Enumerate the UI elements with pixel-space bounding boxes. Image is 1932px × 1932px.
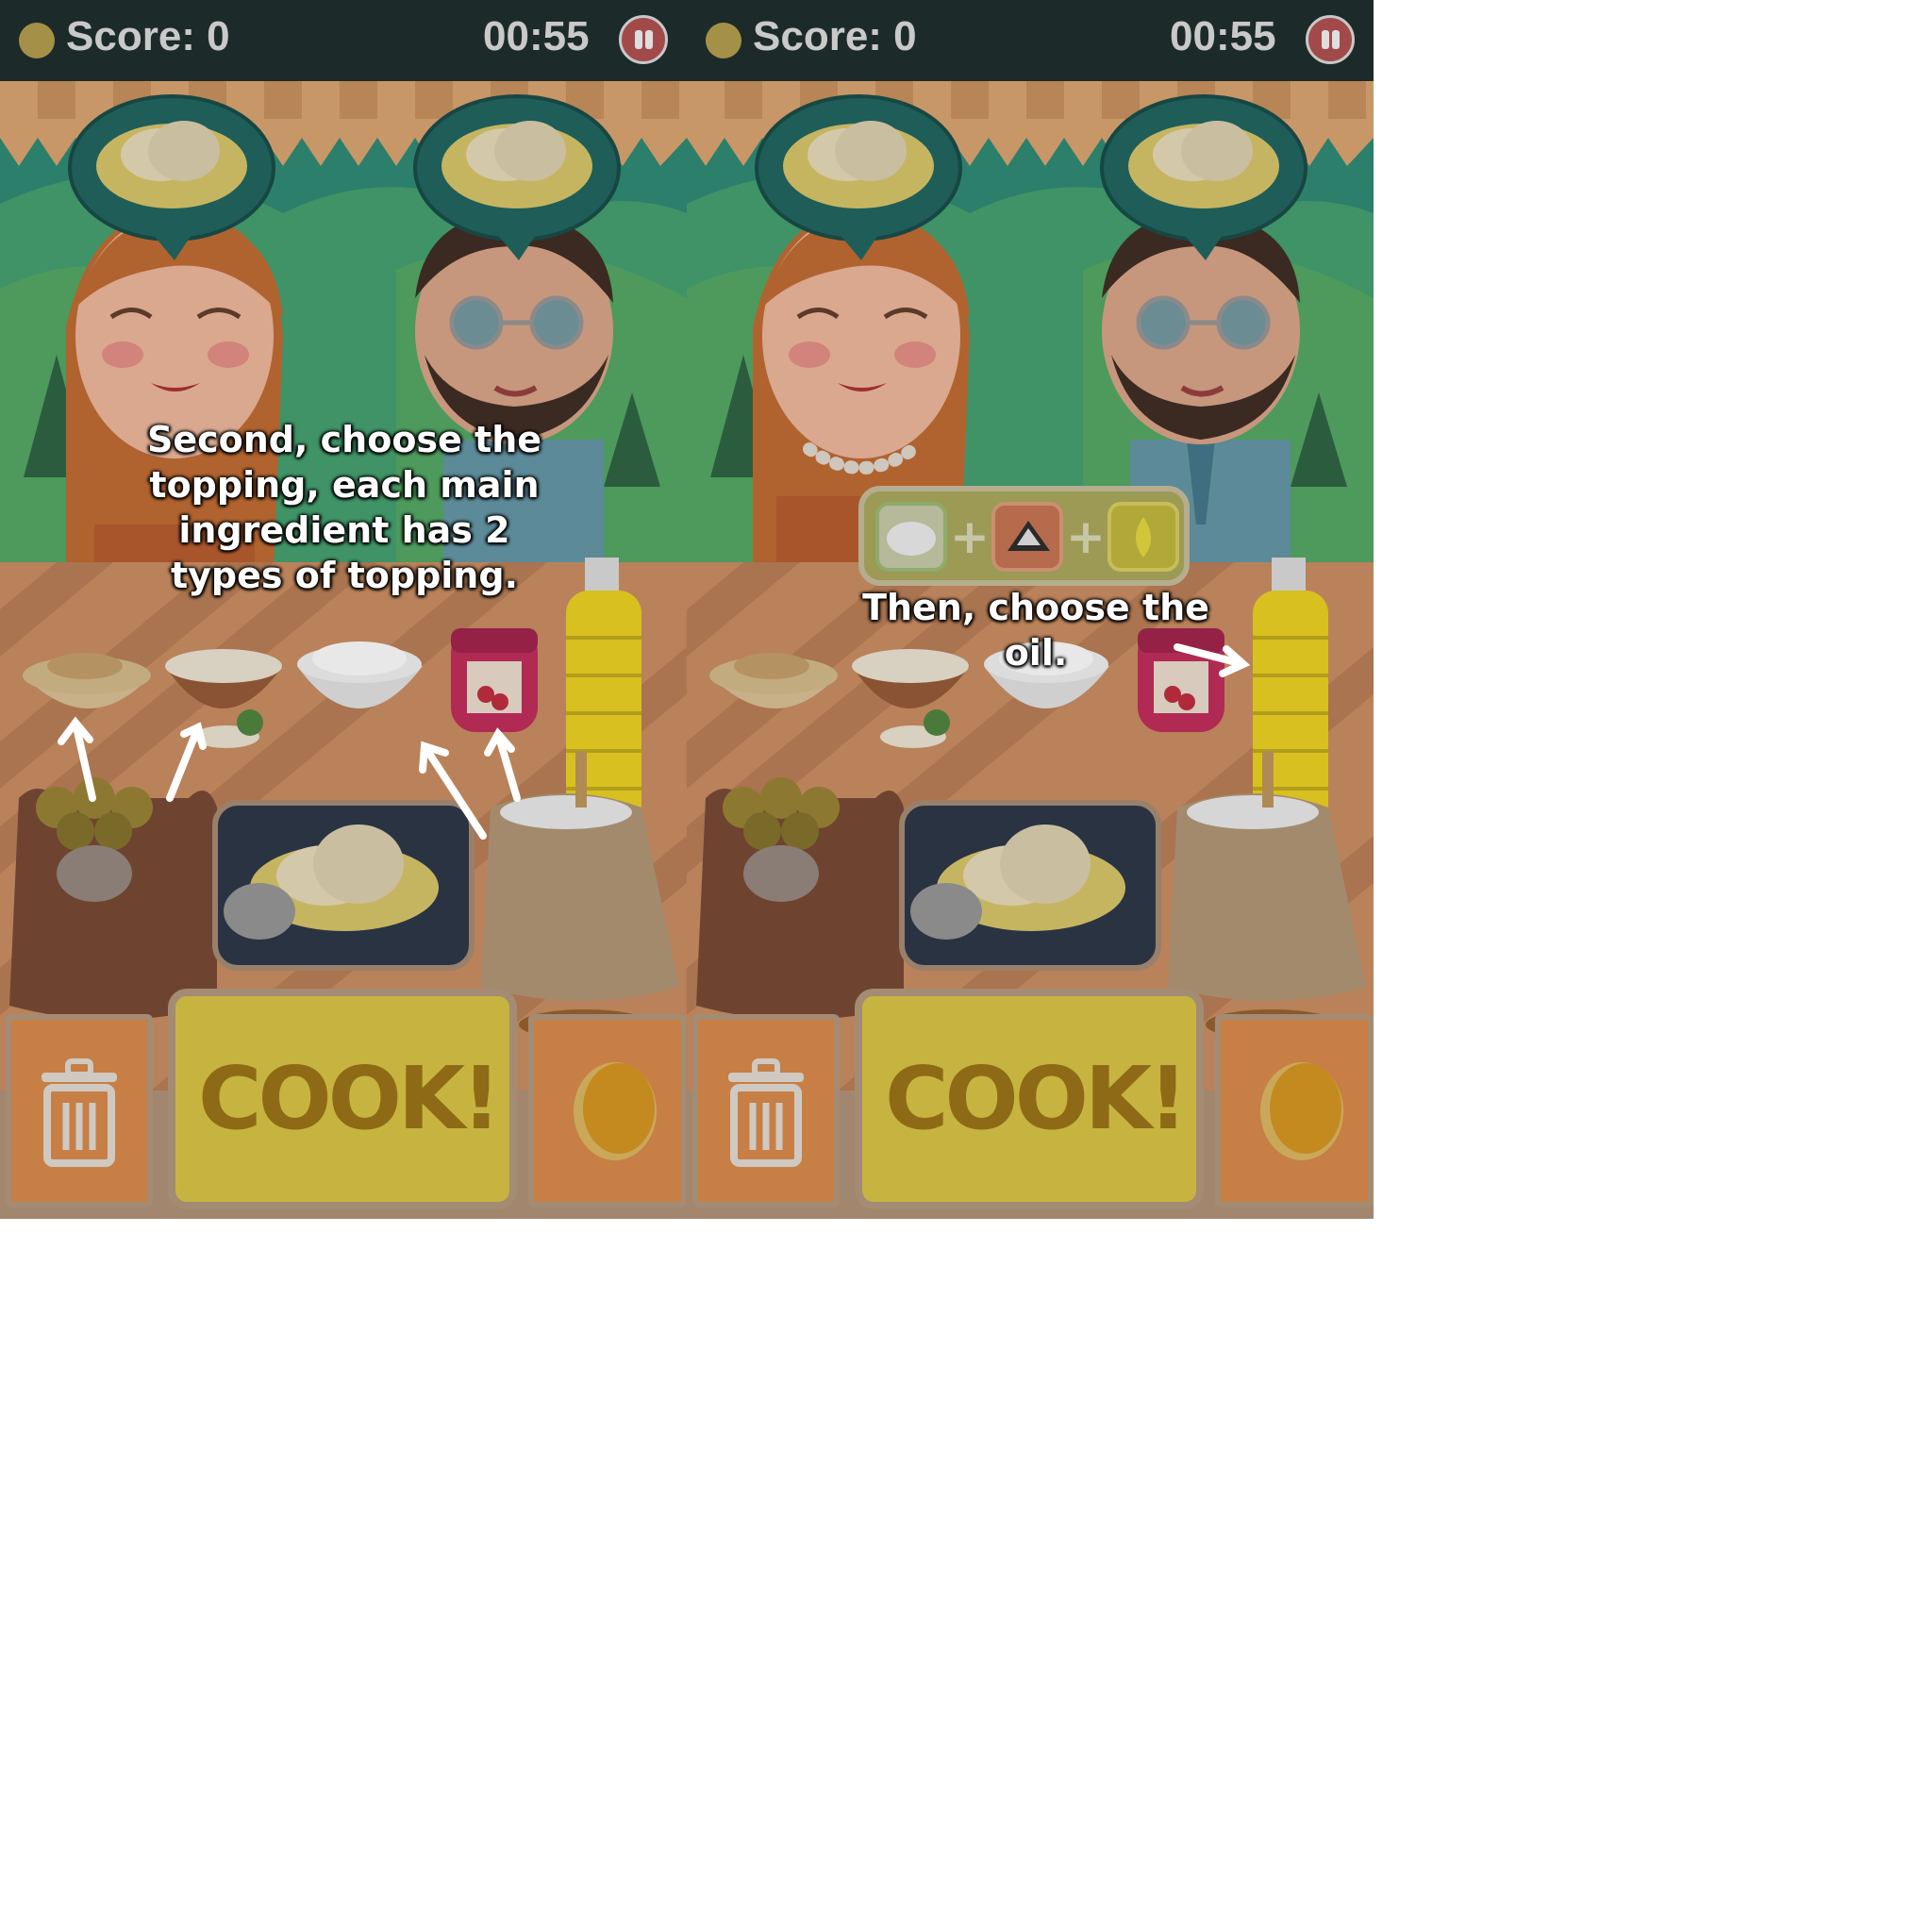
preparation-plate <box>212 800 475 971</box>
trash-button[interactable] <box>6 1014 153 1208</box>
svg-text:+: + <box>950 509 990 564</box>
score-label: Score: 0 <box>753 13 917 59</box>
trash-icon <box>728 1058 804 1167</box>
tutorial-instruction: Second, choose the topping, each main in… <box>146 419 542 596</box>
pancake-button[interactable] <box>528 1014 687 1208</box>
pancake-icon <box>574 1062 657 1160</box>
potato-sack <box>9 777 217 1020</box>
cook-button-label: COOK! <box>885 1048 1188 1149</box>
cook-button[interactable]: COOK! <box>855 989 1204 1209</box>
pause-button[interactable] <box>1306 15 1355 64</box>
coin-icon <box>19 23 55 58</box>
preparation-plate <box>899 800 1161 971</box>
tutorial-instruction: Then, choose the oil. <box>862 587 1209 674</box>
pancake-button[interactable] <box>1215 1014 1374 1208</box>
score-label: Score: 0 <box>66 13 230 59</box>
coin-icon <box>706 23 741 58</box>
timer: 00:55 <box>483 13 590 59</box>
top-hud: Score: 0 00:55 <box>687 0 1374 81</box>
pancake-icon <box>1260 1062 1343 1160</box>
timer: 00:55 <box>1170 13 1276 59</box>
cook-button-label: COOK! <box>198 1048 501 1149</box>
game-panel-right: Score: 0 00:55 + + Then, choose the oil.… <box>687 0 1374 1219</box>
top-hud: Score: 0 00:55 <box>0 0 687 81</box>
trash-button[interactable] <box>692 1014 840 1208</box>
recipe-bar: + + <box>858 486 1190 586</box>
trash-icon <box>42 1058 117 1167</box>
cook-button[interactable]: COOK! <box>168 989 517 1209</box>
jam-jar <box>451 628 538 732</box>
game-panel-left: Score: 0 00:55 Second, choose the toppin… <box>0 0 687 1219</box>
svg-text:+: + <box>1066 509 1106 564</box>
potato-sack <box>696 777 904 1020</box>
pause-button[interactable] <box>619 15 668 64</box>
